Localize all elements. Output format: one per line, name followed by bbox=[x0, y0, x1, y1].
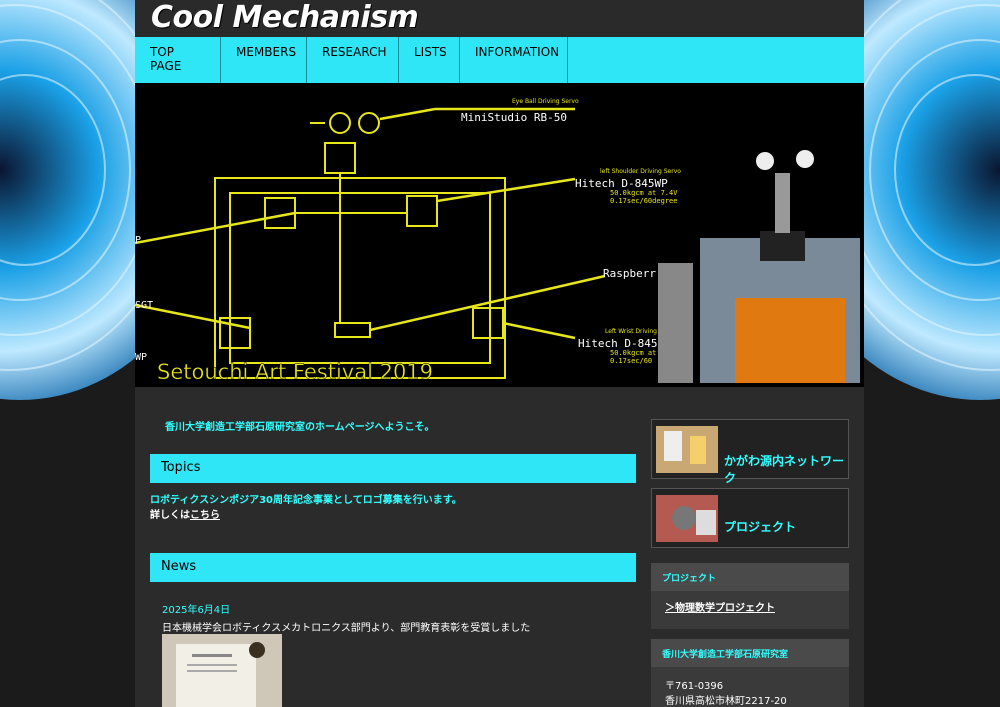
topics-details-link[interactable]: こちら bbox=[190, 510, 220, 521]
news-award-image bbox=[162, 634, 282, 707]
banner1-thumbnail bbox=[656, 426, 718, 473]
banner-kagawa-gennai-network[interactable]: かがわ源内ネットワーク bbox=[651, 419, 849, 485]
hero-schematic: Eye Ball Driving Servo MiniStudio RB-50 … bbox=[135, 98, 860, 384]
lab-postal-code: 〒761-0396 bbox=[665, 681, 724, 692]
shoulder-servo-spec1: 50.0kgcm at 7.4V bbox=[610, 189, 678, 197]
raspberry-label: Raspberr bbox=[603, 267, 656, 280]
edge-label-wp: WP bbox=[135, 352, 147, 363]
nav-research[interactable]: RESEARCH bbox=[307, 37, 399, 83]
site-logo[interactable]: Cool Mechanism bbox=[151, 0, 419, 35]
lab-address: 香川県高松市林町2217-20 bbox=[665, 696, 787, 707]
banner2-thumbnail bbox=[656, 495, 718, 542]
project-box-heading: プロジェクト bbox=[651, 563, 849, 591]
page-container: Cool Mechanism TOP PAGE MEMBERS RESEARCH… bbox=[135, 0, 864, 707]
topics-heading: Topics bbox=[150, 454, 636, 483]
wrist-servo-label: Left Wrist Driving bbox=[605, 328, 657, 335]
topics-line2-prefix: 詳しくは bbox=[150, 510, 190, 521]
main-nav: TOP PAGE MEMBERS RESEARCH LISTS INFORMAT… bbox=[135, 37, 864, 83]
news-date: 2025年6月4日 bbox=[162, 605, 231, 616]
wrist-servo-spec1: 50.0kgcm at bbox=[610, 349, 656, 357]
nav-members[interactable]: MEMBERS bbox=[221, 37, 307, 83]
lab-info-box: 〒761-0396 香川県高松市林町2217-20 bbox=[651, 667, 849, 707]
banner1-label: かがわ源内ネットワーク bbox=[724, 454, 845, 485]
banner-project[interactable]: プロジェクト bbox=[651, 488, 849, 548]
project-box: ＞物理数学プロジェクト bbox=[651, 591, 849, 629]
eye-servo-model: MiniStudio RB-50 bbox=[461, 111, 567, 124]
site-header: Cool Mechanism bbox=[135, 0, 864, 37]
news-heading: News bbox=[150, 553, 636, 582]
topics-body: ロボティクスシンポジア30周年記念事業としてロゴ募集を行います。 詳しくはこちら bbox=[150, 493, 462, 523]
hero-banner: Eye Ball Driving Servo MiniStudio RB-50 … bbox=[135, 83, 864, 387]
robot-photo bbox=[658, 150, 860, 383]
nav-top-page[interactable]: TOP PAGE bbox=[135, 37, 221, 83]
welcome-text: 香川大学創造工学部石原研究室のホームページへようこそ。 bbox=[165, 422, 435, 433]
hero-caption: Setouchi Art Festival 2019 bbox=[157, 360, 433, 384]
nav-information[interactable]: INFORMATION bbox=[460, 37, 568, 83]
topics-line1: ロボティクスシンポジア30周年記念事業としてロゴ募集を行います。 bbox=[150, 495, 462, 506]
banner2-label: プロジェクト bbox=[724, 520, 797, 534]
topics-line2: 詳しくはこちら bbox=[150, 508, 462, 523]
wrist-servo-spec2: 0.17sec/60 bbox=[610, 357, 652, 365]
physics-math-project-link[interactable]: ＞物理数学プロジェクト bbox=[665, 599, 775, 614]
eye-servo-label: Eye Ball Driving Servo bbox=[512, 98, 579, 105]
edge-label-p: P bbox=[135, 235, 141, 246]
news-text: 日本機械学会ロボティクスメカトロニクス部門より、部門教育表彰を受賞しました bbox=[162, 623, 531, 634]
edge-label-sgt: SGT bbox=[135, 300, 153, 311]
shoulder-servo-spec2: 0.17sec/60degree bbox=[610, 197, 677, 205]
lab-box-heading: 香川大学創造工学部石原研究室 bbox=[651, 639, 849, 667]
shoulder-servo-label: left Shoulder Driving Servo bbox=[600, 168, 681, 175]
nav-lists[interactable]: LISTS bbox=[399, 37, 460, 83]
